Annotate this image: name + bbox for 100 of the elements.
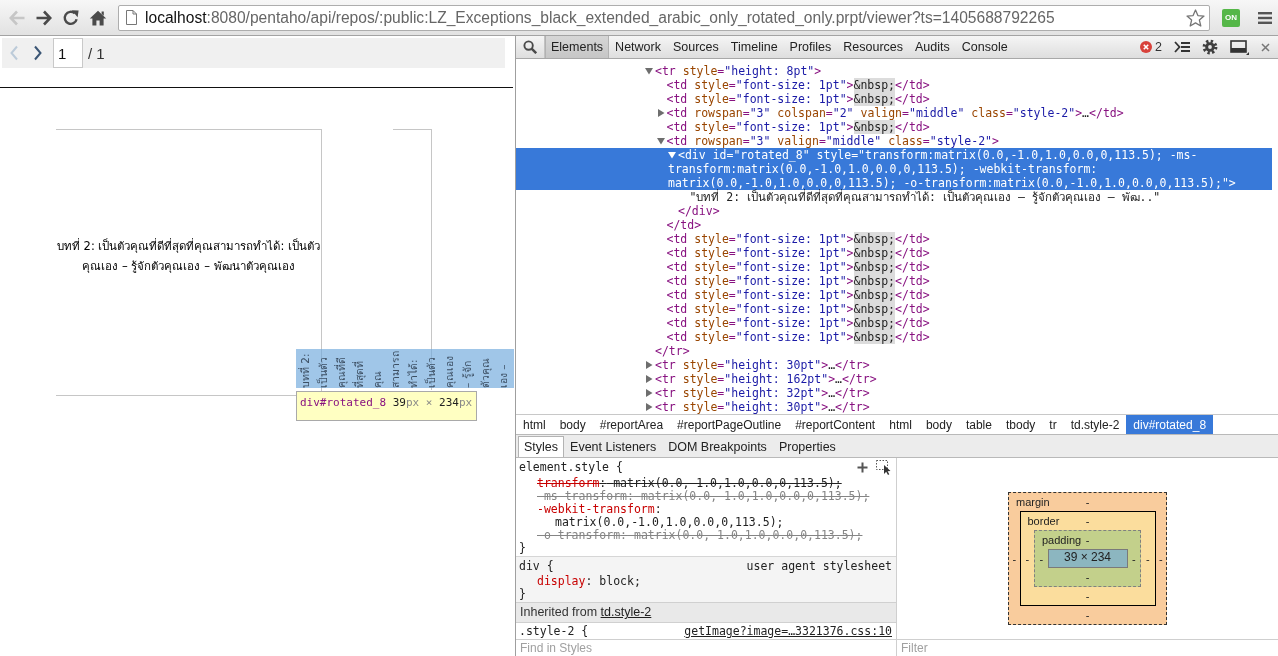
reload-icon: [61, 8, 80, 27]
text-node-row[interactable]: "บทที่ 2: เป็นตัวคุณที่ดีที่สุดที่คุณสามารถทำได้: เป็นตัวคุณเอง – รู้จักตัวคุณเอง – พัฒ..": [689, 190, 1161, 204]
caret-down-icon[interactable]: [656, 137, 665, 145]
dotted-cursor-icon[interactable]: [876, 460, 892, 475]
rule-origin-label: user agent stylesheet: [746, 560, 892, 573]
caret-down-icon[interactable]: [645, 67, 653, 75]
sidebar-tab[interactable]: Event Listeners: [564, 436, 663, 457]
element-node-row[interactable]: <td style="font-size: 1pt">&nbsp;</td>: [666, 302, 930, 316]
caret-right-icon[interactable]: [645, 375, 653, 383]
sidebar-tab[interactable]: DOM Breakpoints: [662, 436, 773, 457]
margin-label: margin: [1015, 495, 1050, 510]
chevron-left-icon: [9, 45, 19, 61]
back-arrow-icon: [7, 8, 26, 27]
element-node-row[interactable]: <td style="font-size: 1pt">&nbsp;</td>: [666, 330, 930, 344]
element-node-row[interactable]: <td style="font-size: 1pt">&nbsp;</td>: [666, 260, 930, 274]
border-value: -: [1085, 514, 1090, 529]
caret-right-icon[interactable]: [645, 403, 653, 411]
url-text: localhost:8080/pentaho/api/repos/:public:LZ_Exceptions_black_extended_arabic_only_rotated_only.prpt/viewer?ts=1405688792265: [145, 8, 1055, 27]
star-icon[interactable]: [1186, 8, 1205, 27]
padding-value: -: [1085, 571, 1090, 583]
css-property: -webkit-transform: matrix(0.0,-1.0,1.0,0.0,0,113.5);: [536, 503, 785, 529]
element-node-row[interactable]: <td style="font-size: 1pt">&nbsp;</td>: [666, 274, 930, 288]
devtools-tab[interactable]: Resources: [837, 36, 910, 58]
breadcrumb[interactable]: body: [552, 415, 593, 434]
breadcrumb[interactable]: html: [516, 415, 553, 434]
page-icon: [125, 10, 137, 25]
breadcrumb[interactable]: html: [882, 415, 919, 434]
caret-right-icon[interactable]: [645, 389, 653, 397]
closing-tag-row[interactable]: </div>: [678, 204, 720, 218]
inherited-source-link[interactable]: td.style-2: [600, 605, 652, 619]
caret-right-icon[interactable]: [656, 109, 665, 117]
sidebar-tab[interactable]: Styles: [518, 436, 565, 457]
css-selector: element.style {: [519, 461, 623, 474]
element-node-row[interactable]: <td rowspan="3" colspan="2" valign="middle" class="style-2">…</td>: [656, 106, 1124, 120]
breadcrumb[interactable]: tr: [1042, 415, 1064, 434]
element-node-row[interactable]: <td style="font-size: 1pt">&nbsp;</td>: [666, 92, 930, 106]
breadcrumb[interactable]: table: [958, 415, 999, 434]
address-field[interactable]: localhost:8080/pentaho/api/repos/:public:LZ_Exceptions_black_extended_arabic_only_rotated_only.prpt/viewer?ts=1405688792265: [118, 4, 1210, 31]
page-total-label: / 1: [88, 44, 105, 62]
prompt-lines-icon[interactable]: [1174, 41, 1190, 53]
devtools-tab[interactable]: Audits: [909, 36, 956, 58]
breadcrumb[interactable]: #reportContent: [788, 415, 883, 434]
search-icon: [523, 40, 537, 54]
caret-down-icon[interactable]: [668, 151, 676, 159]
breadcrumb[interactable]: div#rotated_8: [1126, 415, 1214, 434]
page-number-field[interactable]: 1: [53, 38, 83, 68]
css-selector: div {: [519, 560, 554, 573]
padding-value: -: [1085, 533, 1090, 548]
window-panel-icon[interactable]: [1230, 39, 1249, 55]
element-node-row[interactable]: <td style="font-size: 1pt">&nbsp;</td>: [666, 246, 930, 260]
padding-value: -: [1130, 552, 1137, 565]
forward-arrow-icon: [34, 8, 53, 27]
element-node-row[interactable]: <td rowspan="3" valign="middle" class="style-2">: [656, 134, 999, 148]
margin-value: -: [1085, 495, 1090, 510]
margin-value: -: [1085, 609, 1090, 621]
close-icon[interactable]: [1261, 42, 1270, 52]
element-node-row[interactable]: <tr style="height: 30pt">…</tr>: [645, 358, 870, 372]
element-node-row[interactable]: <tr style="height: 8pt">: [645, 64, 822, 78]
element-node-row[interactable]: <td style="font-size: 1pt">&nbsp;</td>: [666, 120, 930, 134]
report-heading: บทที่ 2: เป็นตัวคุณที่ดีที่สุดที่คุณสามารถทำได้: เป็นตัวคุณเอง – รู้จักตัวคุณเอง – พัฒนาตัวคุณเอง: [56, 237, 321, 275]
content-size-box: 39 × 234: [1047, 549, 1128, 568]
sidebar-tab[interactable]: Properties: [772, 436, 842, 457]
element-node-row[interactable]: <td style="font-size: 1pt">&nbsp;</td>: [666, 288, 930, 302]
stylesheet-link[interactable]: getImage?image=…3321376.css:10: [684, 625, 892, 638]
breadcrumb[interactable]: #reportPageOutline: [670, 415, 789, 434]
css-selector: .style-2 {: [519, 625, 589, 638]
plus-icon[interactable]: [857, 462, 868, 473]
border-value: -: [1085, 590, 1090, 602]
devtools-tab[interactable]: Profiles: [783, 36, 838, 58]
css-property: -o-transform: matrix(0.0,-1.0,1.0,0.0,0,113.5);: [536, 529, 864, 542]
devtools-tab[interactable]: Network: [609, 36, 667, 58]
closing-tag-row[interactable]: </tr>: [655, 344, 690, 358]
element-node-row[interactable]: <tr style="height: 30pt">…</tr>: [645, 400, 870, 414]
closing-brace: }: [519, 542, 527, 555]
menu-icon[interactable]: [1258, 11, 1272, 24]
border-value: -: [1144, 552, 1151, 565]
margin-value: -: [1157, 552, 1164, 565]
element-node-row[interactable]: <td style="font-size: 1pt">&nbsp;</td>: [666, 232, 930, 246]
caret-right-icon[interactable]: [645, 361, 653, 369]
devtools-tab[interactable]: Timeline: [724, 36, 784, 58]
element-node-row[interactable]: <td style="font-size: 1pt">&nbsp;</td>: [666, 316, 930, 330]
element-node-row[interactable]: <td style="font-size: 1pt">&nbsp;</td>: [666, 78, 930, 92]
error-counter-button[interactable]: 2: [1140, 40, 1162, 54]
devtools-tab[interactable]: Elements: [545, 36, 610, 58]
rotated-text: บทที่ 2: เป็นตัวคุณที่ดีที่สุดที่คุณสามารถทำได้: เป็นตัวคุณเอง – รู้จักตัวคุณเอง –: [297, 350, 510, 388]
border-value: -: [1024, 552, 1031, 565]
padding-label: padding: [1041, 533, 1082, 548]
breadcrumb[interactable]: #reportArea: [592, 415, 671, 434]
devtools-tab[interactable]: Sources: [666, 36, 725, 58]
closing-tag-row[interactable]: </td>: [666, 218, 702, 232]
devtools-tab[interactable]: Console: [955, 36, 1014, 58]
element-node-row[interactable]: <tr style="height: 32pt">…</tr>: [645, 386, 870, 400]
chevron-right-icon: [33, 45, 43, 61]
padding-value: -: [1038, 552, 1045, 565]
breadcrumb[interactable]: td.style-2: [1063, 415, 1127, 434]
breadcrumb[interactable]: body: [918, 415, 959, 434]
settings-icon[interactable]: [1202, 39, 1218, 55]
breadcrumb[interactable]: tbody: [998, 415, 1043, 434]
css-property: display: block;: [536, 575, 642, 588]
element-node-row[interactable]: <tr style="height: 162pt">…</tr>: [645, 372, 877, 386]
